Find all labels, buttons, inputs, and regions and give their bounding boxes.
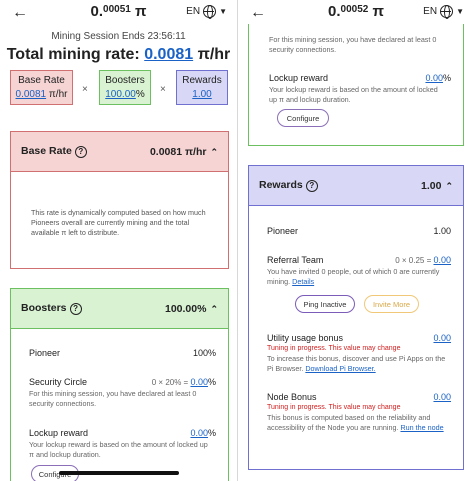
base-rate-chip[interactable]: Base Rate 0.0081 π/hr <box>10 70 73 105</box>
pioneer-row: Pioneer 100% <box>29 348 216 358</box>
total-rate-link[interactable]: 0.0081 <box>144 46 193 63</box>
rewards-chip[interactable]: Rewards 1.00 <box>176 70 228 105</box>
language-selector[interactable]: EN ▼ <box>423 5 464 19</box>
home-indicator[interactable] <box>58 471 179 475</box>
node-bonus-row: Node Bonus 0.00 Tuning in progress. This… <box>267 392 451 432</box>
base-rate-card: Base Rate? 0.0081 π/hr ⌃ This rate is dyn… <box>10 131 229 269</box>
total-mining-rate: Total mining rate: 0.0081 π/hr <box>6 46 231 63</box>
rewards-card-header[interactable]: Rewards? 1.00 ⌃ <box>249 166 463 206</box>
chevron-down-icon: ▼ <box>219 7 227 16</box>
chevron-up-icon: ⌃ <box>445 180 453 191</box>
lockup-reward-row: Lockup reward 0.00% Your lockup reward i… <box>269 73 451 104</box>
referral-value-link[interactable]: 0.00 <box>433 255 451 265</box>
node-value-link[interactable]: 0.00 <box>433 392 451 402</box>
lockup-value-link[interactable]: 0.00 <box>190 428 208 438</box>
boosters-card-header[interactable]: Boosters? 100.00% ⌃ <box>11 289 228 329</box>
pioneer-row: Pioneer 1.00 <box>267 226 451 236</box>
base-rate-card-header[interactable]: Base Rate? 0.0081 π/hr ⌃ <box>11 132 228 172</box>
referral-team-row: Referral Team 0 × 0.25 = 0.00 You have i… <box>267 255 451 286</box>
chevron-up-icon: ⌃ <box>210 303 218 314</box>
security-value-link[interactable]: 0.00 <box>190 377 208 387</box>
rewards-card: Rewards? 1.00 ⌃ Pioneer 1.00 Referral Tea… <box>248 165 464 470</box>
right-screen: ← 0.00052 π EN ▼ For this mining session… <box>238 0 474 481</box>
security-circle-row: Security Circle 0 × 20% = 0.00% For this… <box>29 377 216 408</box>
language-selector[interactable]: EN ▼ <box>186 5 227 19</box>
ping-inactive-button[interactable]: Ping Inactive <box>295 295 355 313</box>
multiply-sign: × <box>82 84 88 95</box>
run-node-link[interactable]: Run the node <box>400 423 443 432</box>
lockup-reward-row: Lockup reward 0.00% Your lockup reward i… <box>29 428 216 459</box>
utility-value-link[interactable]: 0.00 <box>433 333 451 343</box>
help-icon[interactable]: ? <box>74 145 87 158</box>
lockup-value-link[interactable]: 0.00 <box>425 73 443 83</box>
base-rate-description: This rate is dynamically computed based … <box>31 208 206 237</box>
globe-icon <box>203 5 217 19</box>
boosters-card: Boosters? 100.00% ⌃ Pioneer 100% Security… <box>10 288 229 481</box>
utility-bonus-row: Utility usage bonus 0.00 Tuning in progr… <box>267 333 451 373</box>
header: ← 0.00052 π EN ▼ <box>238 0 474 26</box>
boosters-chip[interactable]: Boosters 100.00% <box>99 70 151 105</box>
header: ← 0.00051 π EN ▼ <box>0 0 237 26</box>
help-icon[interactable]: ? <box>305 179 318 192</box>
boosters-card-continued: For this mining session, you have declar… <box>248 24 464 146</box>
chevron-up-icon: ⌃ <box>210 146 218 157</box>
security-description: For this mining session, you have declar… <box>269 35 437 54</box>
globe-icon <box>440 5 454 19</box>
multiply-sign: × <box>160 84 166 95</box>
invite-more-button[interactable]: Invite More <box>364 295 419 313</box>
chevron-down-icon: ▼ <box>456 7 464 16</box>
download-pi-browser-link[interactable]: Download Pi Browser. <box>305 364 375 373</box>
left-screen: ← 0.00051 π EN ▼ Mining Session Ends 23:… <box>0 0 237 481</box>
help-icon[interactable]: ? <box>69 302 82 315</box>
details-link[interactable]: Details <box>292 277 314 286</box>
session-timer: Mining Session Ends 23:56:11 <box>51 31 186 42</box>
configure-button[interactable]: Configure <box>277 109 329 127</box>
